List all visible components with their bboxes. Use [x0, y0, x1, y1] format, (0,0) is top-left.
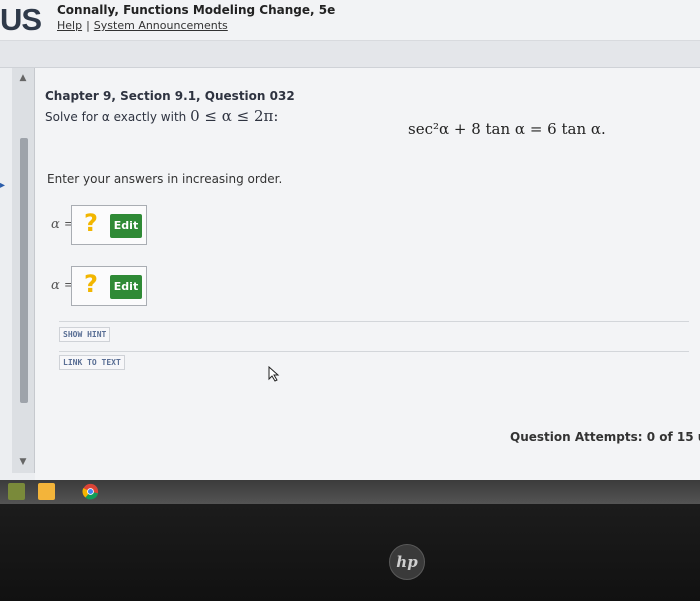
chrome-icon[interactable]	[82, 483, 99, 500]
answer-input-box[interactable]: ? Edit	[71, 205, 147, 245]
taskbar	[0, 480, 700, 504]
screen: US Connally, Functions Modeling Change, …	[0, 0, 700, 492]
taskbar-app-icon[interactable]	[38, 483, 55, 500]
hp-logo: hp	[389, 544, 425, 580]
help-link[interactable]: Help	[57, 19, 82, 32]
show-hint-button[interactable]: SHOW HINT	[59, 327, 111, 342]
header-links: Help | System Announcements	[57, 19, 228, 32]
answer-input-box[interactable]: ? Edit	[71, 266, 147, 306]
scrollbar-thumb[interactable]	[20, 138, 28, 403]
left-edge-marker: ▸	[0, 180, 6, 191]
taskbar-app-icon[interactable]	[8, 483, 25, 500]
app-header: US Connally, Functions Modeling Change, …	[0, 0, 700, 41]
order-note: Enter your answers in increasing order.	[47, 172, 283, 186]
question-equation: sec²α + 8 tan α = 6 tan α.	[408, 120, 606, 138]
question-title: Chapter 9, Section 9.1, Question 032	[45, 89, 295, 103]
question-panel: Chapter 9, Section 9.1, Question 032 Sol…	[35, 68, 700, 480]
book-title: Connally, Functions Modeling Change, 5e	[57, 3, 336, 17]
edit-button[interactable]: Edit	[110, 275, 142, 299]
scroll-down-icon[interactable]: ▼	[13, 454, 33, 470]
instruction-text: Solve for α exactly with	[45, 110, 187, 124]
edit-button[interactable]: Edit	[110, 214, 142, 238]
divider	[59, 321, 689, 322]
question-attempts: Question Attempts: 0 of 15 u	[510, 430, 700, 444]
laptop-bezel	[0, 504, 700, 601]
question-mark-icon: ?	[84, 209, 98, 237]
link-separator: |	[86, 19, 90, 32]
mouse-cursor-icon	[268, 366, 280, 382]
question-instruction: Solve for α exactly with 0 ≤ α ≤ 2π:	[45, 107, 278, 125]
divider	[59, 351, 689, 352]
link-to-text-button[interactable]: LINK TO TEXT	[59, 355, 125, 370]
assignment-toolbar	[0, 41, 700, 68]
instruction-math: 0 ≤ α ≤ 2π:	[190, 107, 279, 125]
brand-logo: US	[0, 2, 42, 37]
scroll-up-icon[interactable]: ▲	[13, 70, 33, 86]
system-announcements-link[interactable]: System Announcements	[94, 19, 228, 32]
question-mark-icon: ?	[84, 270, 98, 298]
vertical-scrollbar[interactable]: ▲ ▼	[12, 68, 35, 473]
